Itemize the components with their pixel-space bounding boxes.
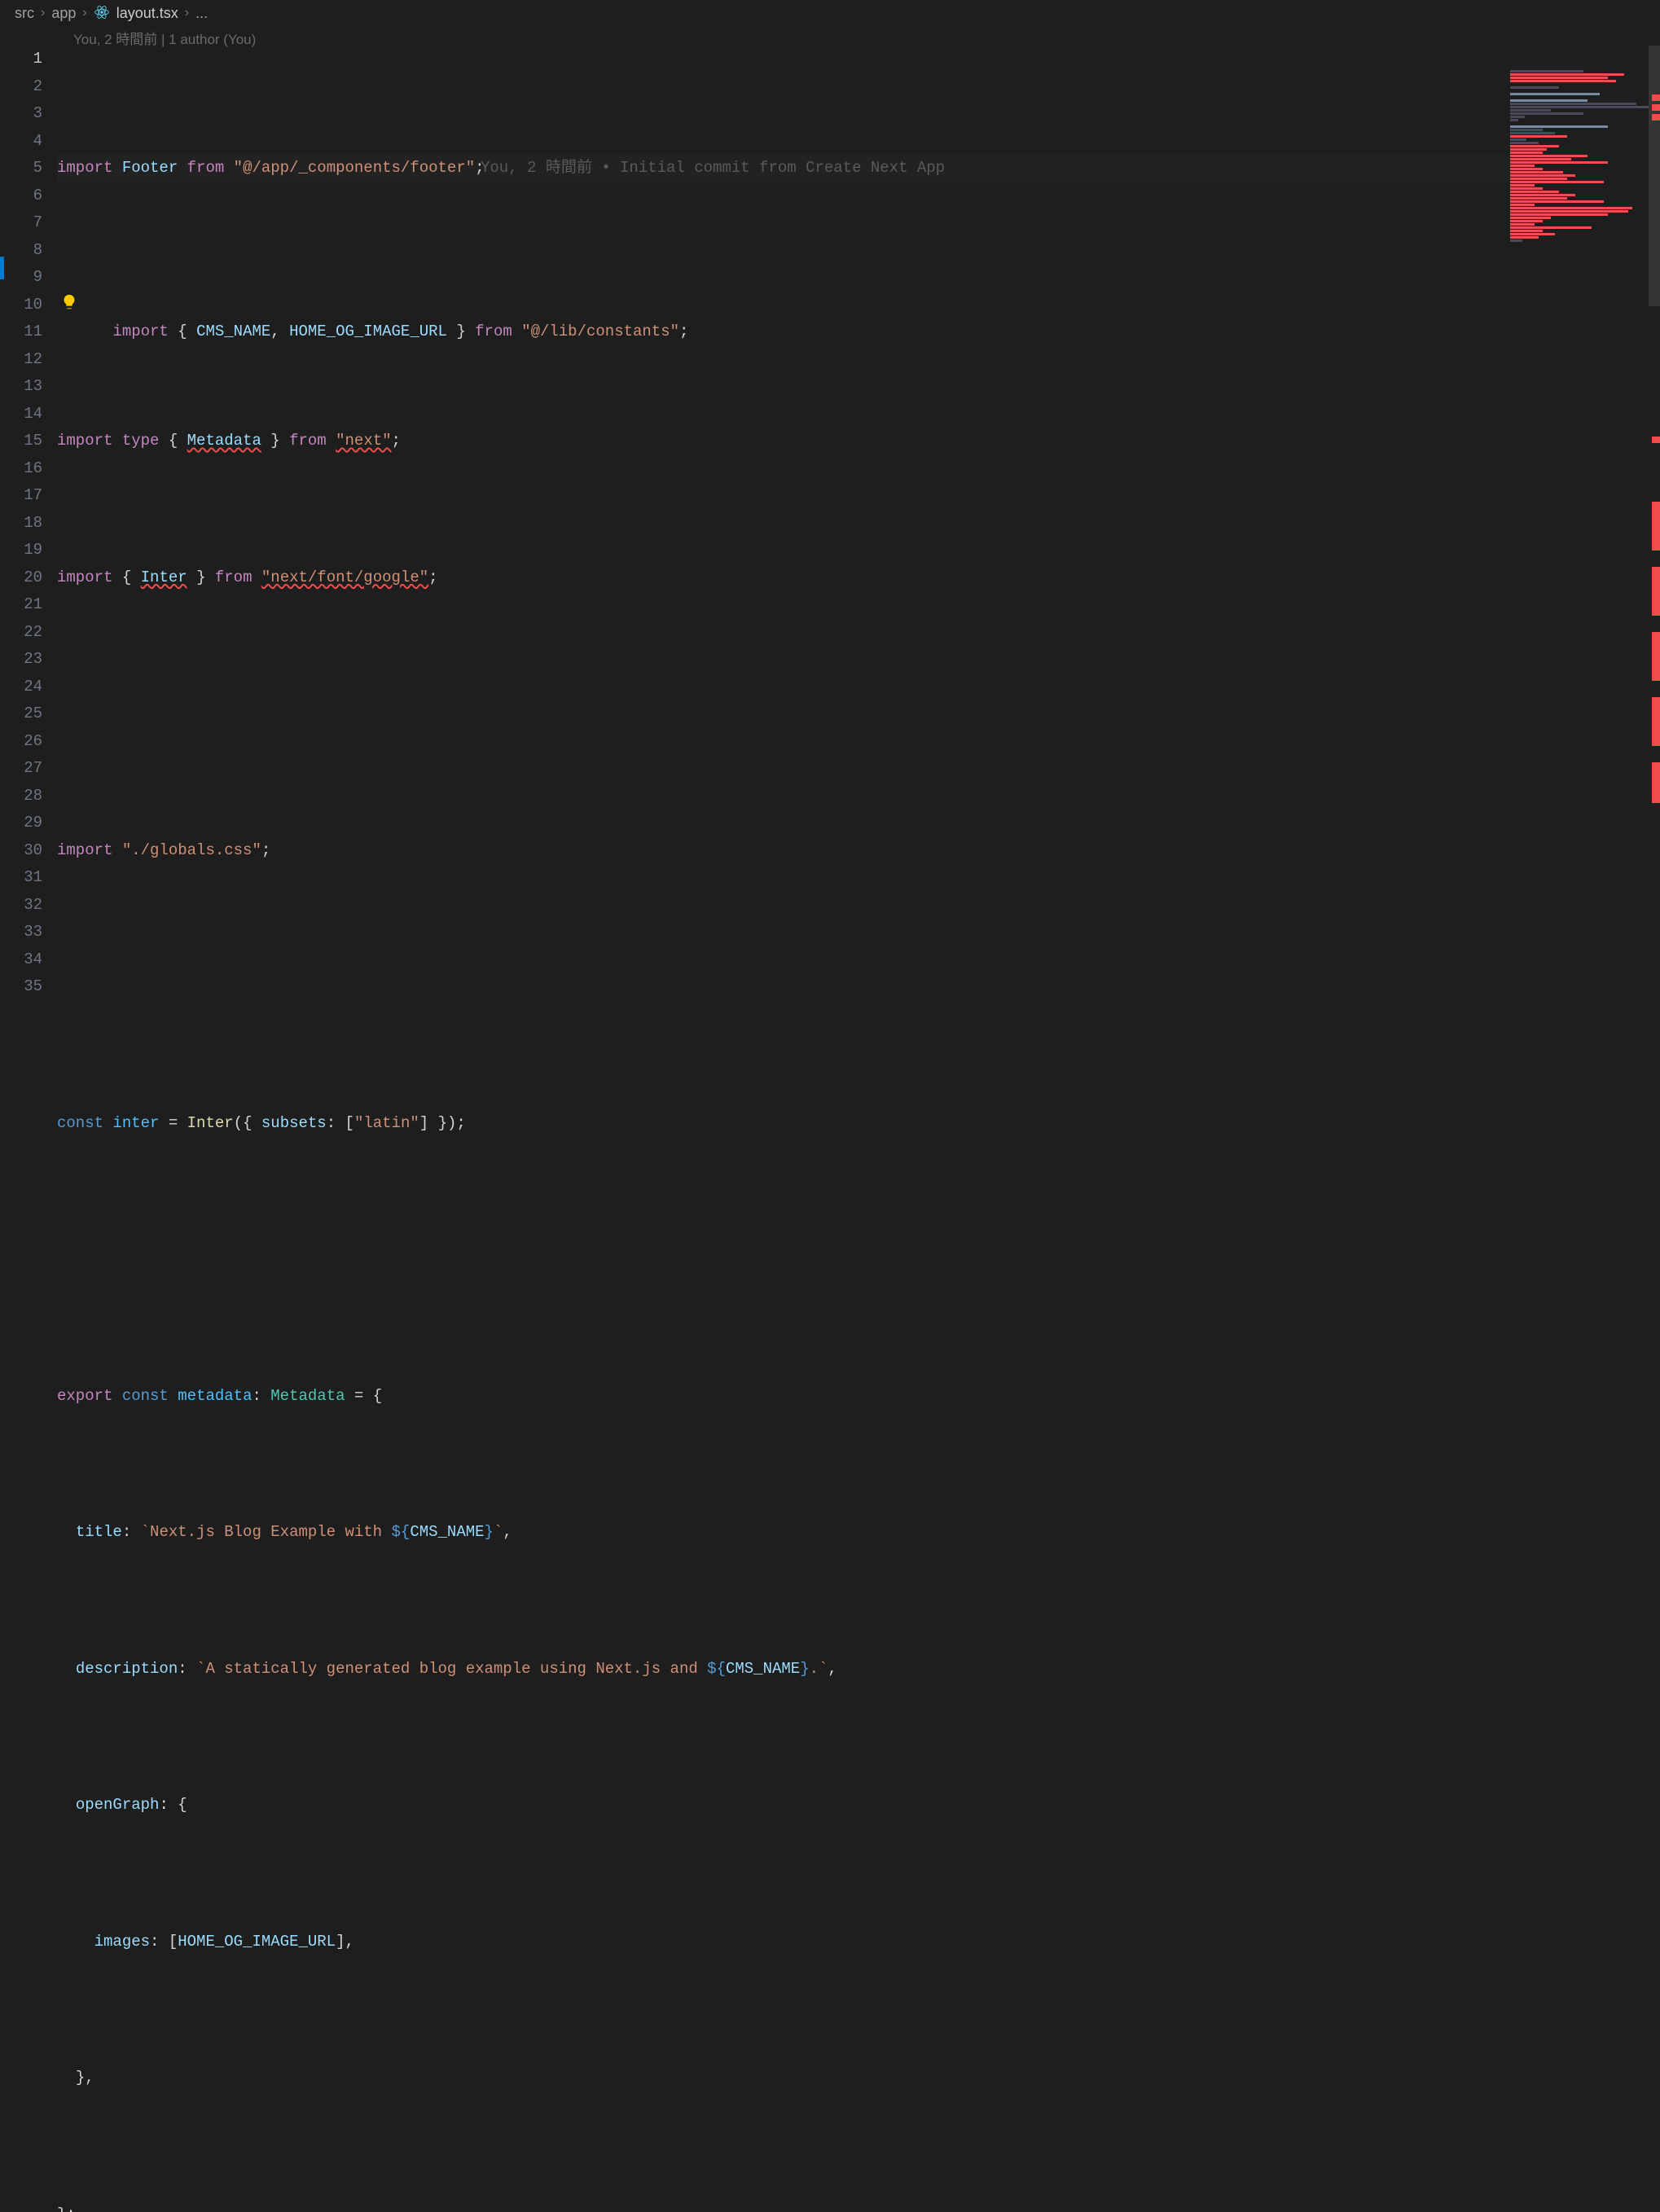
- code-line[interactable]: import { CMS_NAME, HOME_OG_IMAGE_URL } f…: [57, 292, 1660, 319]
- line-number[interactable]: 8: [0, 237, 42, 265]
- overview-ruler[interactable]: [1649, 46, 1660, 1106]
- line-number[interactable]: 23: [0, 646, 42, 674]
- code-editor[interactable]: 1 2 3 4 5 6 7 8 9 10 11 12 13 14 15 16 1…: [0, 46, 1660, 1106]
- scrollbar-thumb[interactable]: [1649, 46, 1660, 306]
- code-line[interactable]: };: [57, 2201, 1660, 2212]
- error-marker[interactable]: [1652, 697, 1660, 746]
- line-number-gutter: 1 2 3 4 5 6 7 8 9 10 11 12 13 14 15 16 1…: [0, 46, 57, 1106]
- line-number[interactable]: 16: [0, 455, 42, 483]
- code-line[interactable]: [57, 973, 1660, 1001]
- line-number[interactable]: 20: [0, 564, 42, 592]
- error-marker[interactable]: [1652, 632, 1660, 681]
- line-number[interactable]: 10: [0, 292, 42, 319]
- line-number[interactable]: 9: [0, 264, 42, 292]
- minimap[interactable]: [1510, 70, 1649, 241]
- code-line[interactable]: images: [HOME_OG_IMAGE_URL],: [57, 1929, 1660, 1956]
- breadcrumb-ellipsis[interactable]: ...: [195, 5, 208, 22]
- breadcrumb-segment[interactable]: src: [15, 5, 34, 22]
- error-marker[interactable]: [1652, 94, 1660, 101]
- code-line[interactable]: import "./globals.css";: [57, 837, 1660, 865]
- line-number[interactable]: 22: [0, 619, 42, 647]
- line-number[interactable]: 21: [0, 591, 42, 619]
- line-number[interactable]: 24: [0, 674, 42, 701]
- line-number[interactable]: 1: [0, 46, 42, 73]
- error-marker[interactable]: [1652, 437, 1660, 443]
- line-number[interactable]: 19: [0, 537, 42, 564]
- chevron-right-icon: ›: [41, 6, 45, 20]
- line-number[interactable]: 18: [0, 510, 42, 538]
- line-number[interactable]: 13: [0, 373, 42, 401]
- line-number[interactable]: 26: [0, 728, 42, 756]
- line-number[interactable]: 4: [0, 128, 42, 156]
- line-number[interactable]: 12: [0, 346, 42, 374]
- code-line[interactable]: [57, 1246, 1660, 1274]
- line-number[interactable]: 14: [0, 401, 42, 428]
- line-number[interactable]: 30: [0, 837, 42, 865]
- code-line[interactable]: },: [57, 2065, 1660, 2092]
- code-line[interactable]: openGraph: {: [57, 1792, 1660, 1819]
- code-line[interactable]: [57, 700, 1660, 728]
- code-line[interactable]: description: `A statically generated blo…: [57, 1656, 1660, 1683]
- line-number[interactable]: 29: [0, 810, 42, 837]
- code-line[interactable]: import Footer from "@/app/_components/fo…: [57, 155, 1660, 182]
- line-number[interactable]: 27: [0, 755, 42, 783]
- line-number[interactable]: 31: [0, 864, 42, 892]
- line-number[interactable]: 2: [0, 73, 42, 101]
- gitlens-authors[interactable]: You, 2 時間前 | 1 author (You): [0, 26, 1660, 46]
- code-line[interactable]: import type { Metadata } from "next";: [57, 428, 1660, 455]
- gitlens-blame-inline[interactable]: You, 2 時間前 • Initial commit from Create …: [481, 155, 945, 182]
- error-marker[interactable]: [1652, 104, 1660, 111]
- line-number[interactable]: 15: [0, 428, 42, 455]
- line-number[interactable]: 6: [0, 182, 42, 210]
- line-number[interactable]: 3: [0, 100, 42, 128]
- breadcrumb-filename[interactable]: layout.tsx: [116, 5, 178, 22]
- line-number[interactable]: 32: [0, 892, 42, 919]
- error-marker[interactable]: [1652, 762, 1660, 803]
- line-number[interactable]: 25: [0, 700, 42, 728]
- line-number[interactable]: 33: [0, 919, 42, 946]
- error-marker[interactable]: [1652, 567, 1660, 616]
- line-number[interactable]: 11: [0, 318, 42, 346]
- breadcrumb-segment[interactable]: app: [51, 5, 76, 22]
- code-line[interactable]: export const metadata: Metadata = {: [57, 1383, 1660, 1411]
- breadcrumb: src › app › layout.tsx › ...: [0, 0, 1660, 26]
- code-line[interactable]: import { Inter } from "next/font/google"…: [57, 564, 1660, 592]
- line-number[interactable]: 34: [0, 946, 42, 974]
- line-number[interactable]: 28: [0, 783, 42, 810]
- error-marker[interactable]: [1652, 502, 1660, 551]
- line-number[interactable]: 17: [0, 482, 42, 510]
- chevron-right-icon: ›: [185, 6, 189, 20]
- code-line[interactable]: title: `Next.js Blog Example with ${CMS_…: [57, 1519, 1660, 1547]
- code-line[interactable]: const inter = Inter({ subsets: ["latin"]…: [57, 1110, 1660, 1138]
- line-number[interactable]: 35: [0, 973, 42, 1001]
- line-number[interactable]: 5: [0, 155, 42, 182]
- code-area[interactable]: import Footer from "@/app/_components/fo…: [57, 46, 1660, 1106]
- lightbulb-icon[interactable]: [60, 293, 78, 311]
- react-icon: [94, 4, 110, 22]
- line-number[interactable]: 7: [0, 209, 42, 237]
- error-marker[interactable]: [1652, 114, 1660, 121]
- chevron-right-icon: ›: [82, 6, 86, 20]
